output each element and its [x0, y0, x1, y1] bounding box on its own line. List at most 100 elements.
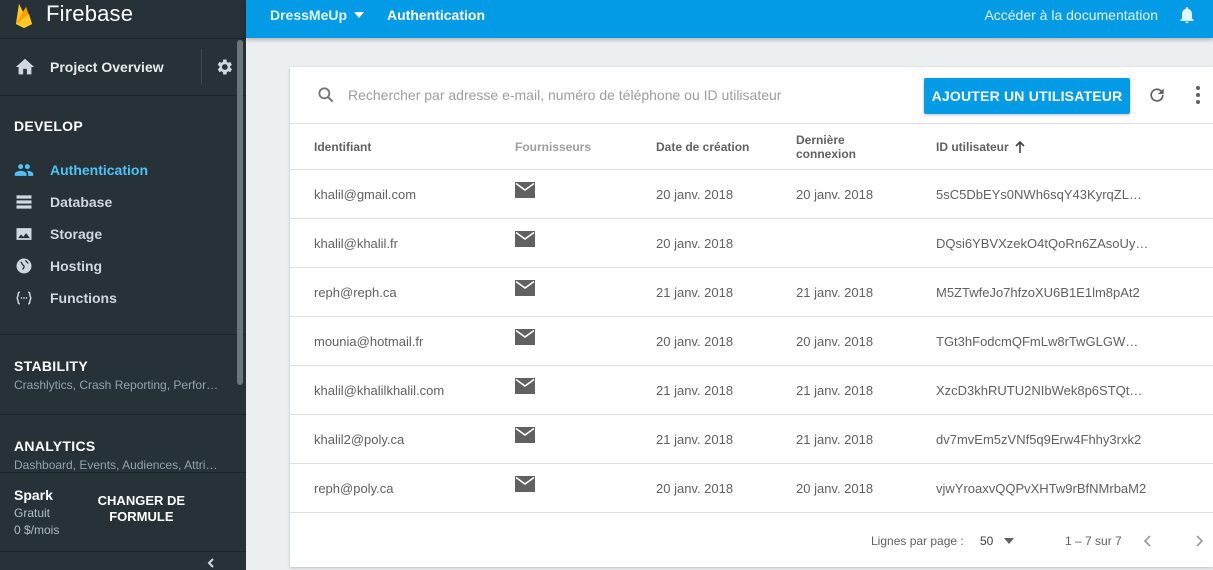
users-table-body: khalil@gmail.com 20 janv. 2018 20 janv. 20…: [290, 169, 1213, 513]
users-table: Identifiant Fournisseurs Date de créatio…: [290, 123, 1213, 513]
develop-title: DEVELOP: [14, 118, 84, 134]
chevron-left-icon[interactable]: [204, 556, 218, 570]
cell-last-login: 20 janv. 2018: [796, 169, 936, 219]
mail-icon: [515, 378, 535, 394]
cell-identifier: khalil@khalilkhalil.com: [290, 365, 515, 415]
cell-providers: [515, 414, 656, 464]
users-card: AJOUTER UN UTILISATEUR Identifiant Fourn…: [290, 67, 1213, 567]
column-uid-label: ID utilisateur: [936, 139, 1009, 154]
chevron-down-icon[interactable]: [354, 12, 364, 18]
cell-created: 21 janv. 2018: [656, 267, 796, 317]
cell-created: 20 janv. 2018: [656, 463, 796, 513]
cell-identifier: khalil2@poly.ca: [290, 414, 515, 464]
analytics-title: ANALYTICS: [14, 438, 96, 454]
sidebar-item-functions[interactable]: Functions: [0, 282, 246, 314]
arrow-up-icon: [1015, 141, 1025, 154]
plan-name: Spark: [14, 487, 53, 503]
cell-providers: [515, 316, 656, 366]
mail-icon: [515, 329, 535, 345]
pagination-range: 1 – 7 sur 7: [1065, 534, 1122, 548]
table-row[interactable]: khalil@khalil.fr 20 janv. 2018 DQsi6YBVXze…: [290, 218, 1213, 268]
page-title: Authentication: [387, 7, 485, 23]
mail-icon: [515, 476, 535, 492]
home-icon: [15, 58, 35, 75]
sidebar-item-database[interactable]: Database: [0, 186, 246, 218]
cell-created: 21 janv. 2018: [656, 365, 796, 415]
sidebar-item-label: Storage: [50, 226, 103, 242]
table-row[interactable]: reph@poly.ca 20 janv. 2018 20 janv. 2018 vj…: [290, 463, 1213, 513]
table-row[interactable]: khalil@gmail.com 20 janv. 2018 20 janv. 20…: [290, 169, 1213, 219]
people-icon: [14, 160, 34, 180]
develop-nav: Authentication Database Storage Hosting …: [0, 154, 246, 314]
column-uid[interactable]: ID utilisateur: [936, 123, 1213, 170]
change-plan-button[interactable]: CHANGER DE FORMULE: [91, 493, 191, 551]
column-providers: Fournisseurs: [515, 123, 656, 170]
chevron-down-icon[interactable]: [1004, 538, 1014, 544]
docs-link[interactable]: Accéder à la documentation: [984, 7, 1158, 23]
image-icon: [14, 224, 34, 244]
table-row[interactable]: reph@reph.ca 21 janv. 2018 21 janv. 2018 M5…: [290, 267, 1213, 317]
stability-subtitle: Crashlytics, Crash Reporting, Perfor…: [14, 378, 219, 392]
cell-last-login: 20 janv. 2018: [796, 316, 936, 366]
cell-created: 20 janv. 2018: [656, 218, 796, 268]
chevron-left-icon[interactable]: [1140, 533, 1156, 549]
cell-providers: [515, 267, 656, 317]
analytics-subtitle: Dashboard, Events, Audiences, Attrib…: [14, 458, 224, 472]
table-row[interactable]: khalil2@poly.ca 21 janv. 2018 21 janv. 201…: [290, 414, 1213, 464]
analytics-section[interactable]: ANALYTICS Dashboard, Events, Audiences, …: [0, 415, 246, 472]
refresh-icon[interactable]: [1147, 85, 1167, 105]
brand-name: Firebase: [46, 1, 134, 26]
cell-uid: dv7mvEm5zVNf5q9Erw4Fhhy3rxk2: [936, 414, 1213, 464]
plan-info: Spark Gratuit 0 $/mois: [14, 487, 59, 551]
column-last-login-line1: Dernière: [796, 132, 845, 147]
cell-providers: [515, 169, 656, 219]
cell-providers: [515, 463, 656, 513]
functions-icon: [14, 288, 34, 308]
stability-section[interactable]: STABILITY Crashlytics, Crash Reporting, …: [0, 335, 246, 414]
gear-icon[interactable]: [214, 57, 234, 77]
search-input[interactable]: [348, 83, 868, 107]
cell-uid: XzcD3khRUTU2NIbWek8p6STQtM…: [936, 365, 1213, 415]
cell-providers: [515, 365, 656, 415]
cell-last-login: [796, 218, 936, 268]
column-identifier[interactable]: Identifiant: [290, 123, 515, 170]
mail-icon: [515, 427, 535, 443]
stability-title: STABILITY: [14, 358, 88, 374]
rows-per-page-select[interactable]: 50: [980, 534, 993, 548]
column-created[interactable]: Date de création: [656, 123, 796, 170]
cell-last-login: 21 janv. 2018: [796, 267, 936, 317]
firebase-flame-icon: [16, 4, 32, 28]
cell-created: 21 janv. 2018: [656, 414, 796, 464]
sidebar-item-label: Database: [50, 194, 113, 210]
brand[interactable]: Firebase: [0, 0, 246, 38]
sidebar-scrollbar[interactable]: [237, 40, 243, 385]
cell-last-login: 21 janv. 2018: [796, 414, 936, 464]
sidebar-item-authentication[interactable]: Authentication: [0, 154, 246, 186]
database-icon: [14, 192, 34, 212]
plan-panel: Spark Gratuit 0 $/mois CHANGER DE FORMUL…: [0, 473, 246, 551]
add-user-button[interactable]: AJOUTER UN UTILISATEUR: [924, 78, 1130, 114]
table-row[interactable]: mounia@hotmail.fr 20 janv. 2018 20 janv. 2…: [290, 316, 1213, 366]
top-bar: DressMeUp Authentication Accéder à la do…: [246, 0, 1213, 38]
bell-icon[interactable]: [1177, 4, 1197, 26]
sidebar-item-label: Functions: [50, 290, 117, 306]
divider: [201, 49, 202, 85]
cell-identifier: reph@poly.ca: [290, 463, 515, 513]
cell-last-login: 20 janv. 2018: [796, 463, 936, 513]
cell-providers: [515, 218, 656, 268]
sidebar-item-hosting[interactable]: Hosting: [0, 250, 246, 282]
cell-uid: M5ZTwfeJo7hfzoXU6B1E1lm8pAt2: [936, 267, 1213, 317]
divider: [0, 551, 246, 552]
cell-created: 20 janv. 2018: [656, 316, 796, 366]
column-last-login[interactable]: Dernière connexion: [796, 123, 936, 170]
project-selector[interactable]: DressMeUp: [270, 7, 347, 23]
search-icon: [318, 87, 334, 103]
plan-tier: Gratuit: [14, 506, 51, 520]
cell-uid: TGt3hFodcmQFmLw8rTwGLGWW…: [936, 316, 1213, 366]
sidebar-item-storage[interactable]: Storage: [0, 218, 246, 250]
table-row[interactable]: khalil@khalilkhalil.com 21 janv. 2018 21 j…: [290, 365, 1213, 415]
more-vert-icon[interactable]: [1190, 85, 1206, 105]
chevron-right-icon[interactable]: [1191, 533, 1207, 549]
users-toolbar: AJOUTER UN UTILISATEUR: [290, 67, 1213, 123]
project-overview-item[interactable]: Project Overview: [0, 39, 246, 95]
